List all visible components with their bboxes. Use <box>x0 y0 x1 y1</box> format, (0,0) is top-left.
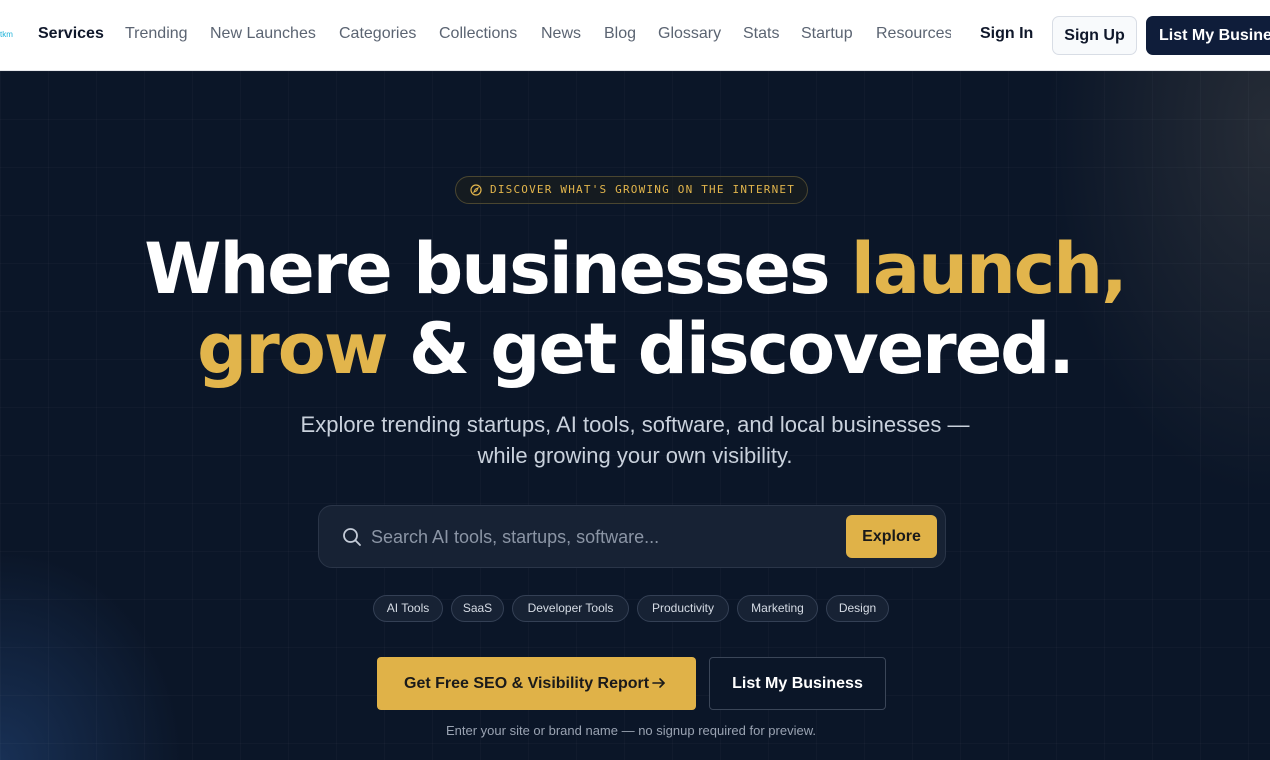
tag-chip-developer-tools[interactable]: Developer Tools <box>512 595 629 622</box>
discover-badge: DISCOVER WHAT'S GROWING ON THE INTERNET <box>455 176 808 204</box>
nav-link-blog[interactable]: Blog <box>604 25 636 43</box>
headline-text: Where businesses <box>144 228 851 310</box>
nav-link-startup[interactable]: Startup <box>801 25 853 43</box>
nav-link-news[interactable]: News <box>541 25 581 43</box>
nav-link-trending[interactable]: Trending <box>125 25 188 43</box>
tag-chip-ai-tools[interactable]: AI Tools <box>373 595 443 622</box>
nav-link-new-launches[interactable]: New Launches <box>210 25 316 43</box>
list-business-button[interactable]: List My Business <box>709 657 886 710</box>
explore-button[interactable]: Explore <box>846 515 937 558</box>
tag-chip-design[interactable]: Design <box>826 595 889 622</box>
sign-in-link[interactable]: Sign In <box>980 25 1033 43</box>
seo-report-button[interactable]: Get Free SEO & Visibility Report <box>377 657 696 710</box>
headline-line-2: grow & get discovered. <box>0 308 1270 390</box>
arrow-right-icon <box>652 678 665 688</box>
tag-chip-productivity[interactable]: Productivity <box>637 595 729 622</box>
search-input[interactable] <box>371 524 841 550</box>
top-navigation: tkm Services Trending New Launches Categ… <box>0 0 1270 71</box>
search-bar: Explore <box>318 505 946 568</box>
search-icon <box>343 528 361 546</box>
headline-accent: grow <box>197 308 388 390</box>
sign-up-button[interactable]: Sign Up <box>1052 16 1137 55</box>
nav-link-collections[interactable]: Collections <box>439 25 517 43</box>
headline-text: & get discovered. <box>386 308 1075 390</box>
nav-link-categories[interactable]: Categories <box>339 25 416 43</box>
nav-link-services[interactable]: Services <box>38 25 104 43</box>
list-business-nav-button[interactable]: List My Business <box>1146 16 1270 55</box>
discover-badge-text: DISCOVER WHAT'S GROWING ON THE INTERNET <box>490 183 796 196</box>
headline-accent: launch, <box>850 228 1128 310</box>
headline-line-1: Where businesses launch, <box>0 228 1270 310</box>
hero-section: DISCOVER WHAT'S GROWING ON THE INTERNET … <box>0 71 1270 760</box>
tag-chip-saas[interactable]: SaaS <box>451 595 504 622</box>
preview-note: Enter your site or brand name — no signu… <box>446 723 816 738</box>
nav-link-resources[interactable]: Resources <box>876 25 951 43</box>
hero-subtitle: Explore trending startups, AI tools, sof… <box>300 412 970 437</box>
logo[interactable]: tkm <box>0 30 13 39</box>
seo-report-button-label: Get Free SEO & Visibility Report <box>404 675 650 692</box>
hero-subtitle: while growing your own visibility. <box>477 443 793 468</box>
tag-chip-marketing[interactable]: Marketing <box>737 595 818 622</box>
nav-link-glossary[interactable]: Glossary <box>658 25 721 43</box>
compass-icon <box>470 184 482 196</box>
nav-link-stats[interactable]: Stats <box>743 25 779 43</box>
